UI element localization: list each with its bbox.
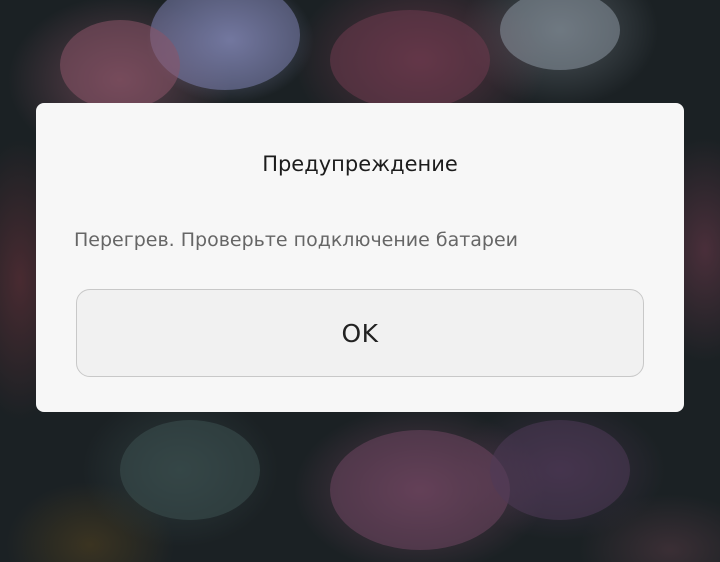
wallpaper-petal — [330, 430, 510, 550]
dialog-title: Предупреждение — [262, 152, 458, 176]
wallpaper-petal — [120, 420, 260, 520]
dialog-message: Перегрев. Проверьте подключение батареи — [74, 229, 519, 251]
wallpaper-petal — [490, 420, 630, 520]
wallpaper-petal — [330, 10, 490, 110]
ok-button[interactable]: OK — [76, 289, 644, 377]
ok-button-label: OK — [341, 318, 379, 348]
wallpaper-petal — [60, 20, 180, 110]
wallpaper-petal — [500, 0, 620, 70]
